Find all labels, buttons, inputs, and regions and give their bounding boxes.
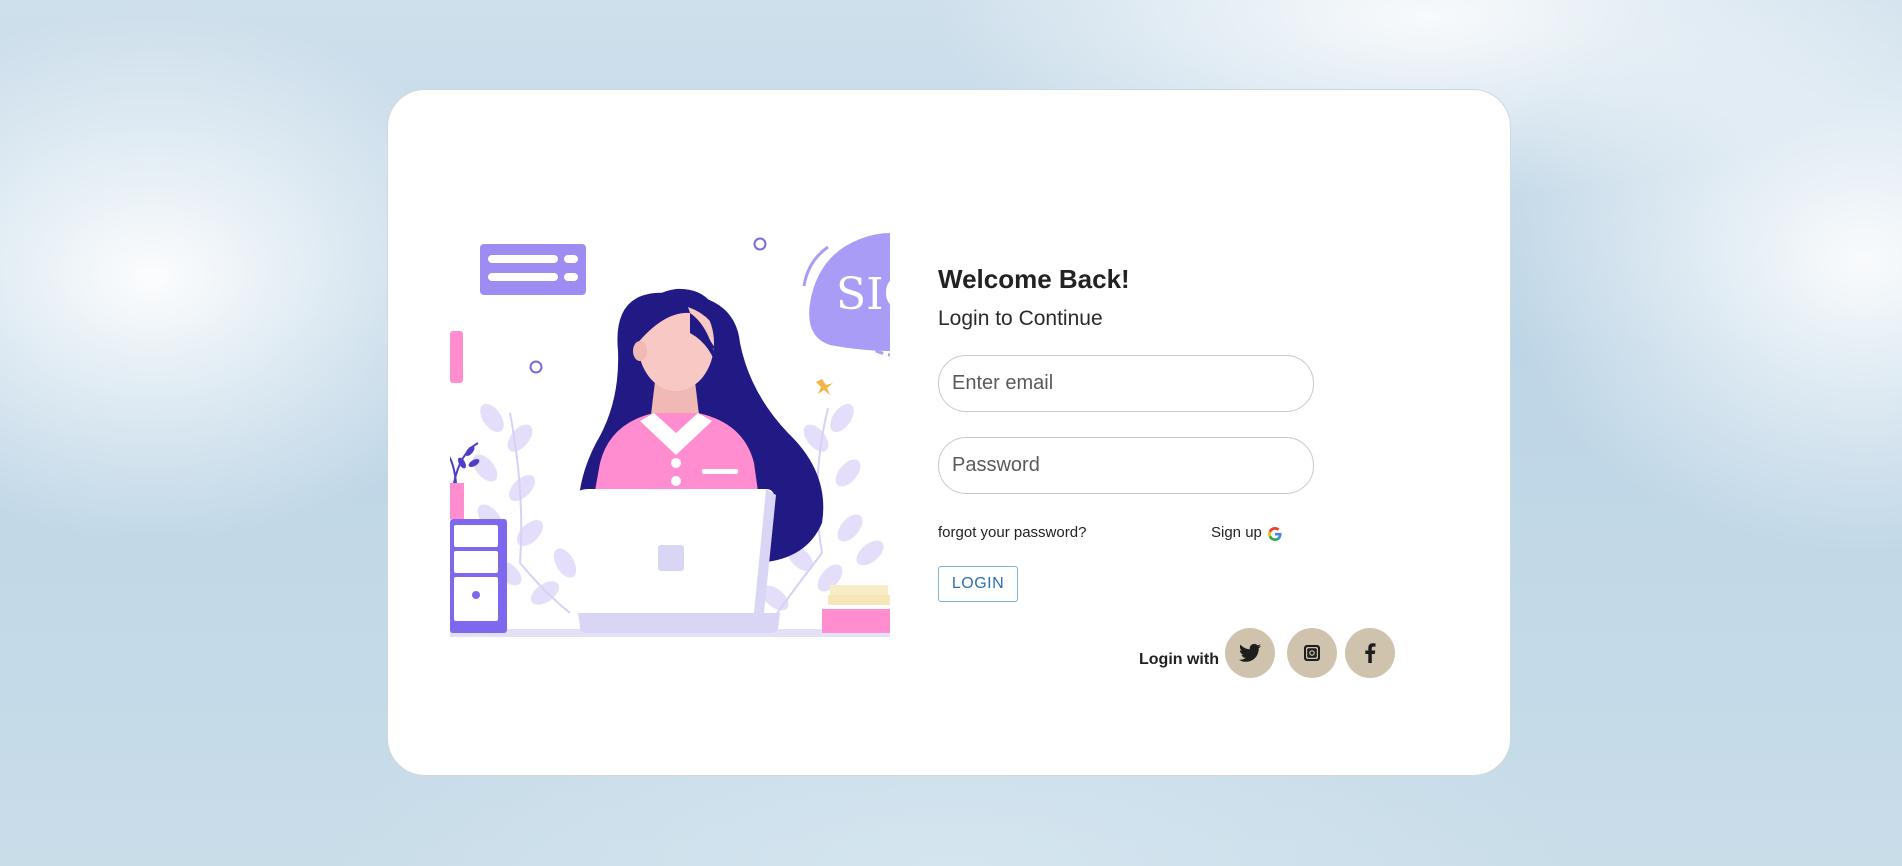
twitter-login-button[interactable] [1224,628,1275,678]
instagram-login-button[interactable] [1286,628,1337,678]
signup-link[interactable]: Sign up [1211,524,1282,541]
forgot-password-link[interactable]: forgot your password? [938,524,1086,541]
sign-bubble-text: SIG [836,269,890,320]
instagram-icon [1303,645,1320,661]
woman-with-laptop-illustration: SIG [450,233,890,637]
email-input[interactable] [938,355,1314,412]
login-button[interactable]: LOGIN [938,566,1018,602]
login-card: SIG [387,89,1511,776]
welcome-title: Welcome Back! [938,264,1130,294]
password-input[interactable] [938,437,1314,494]
facebook-login-button[interactable] [1344,628,1395,678]
social-login: Login with [1139,628,1403,678]
twitter-icon [1238,643,1261,662]
login-subtitle: Login to Continue [938,307,1103,330]
signup-label: Sign up [1211,524,1262,541]
facebook-icon [1365,643,1376,663]
login-illustration: SIG [450,233,890,637]
social-login-label: Login with [1139,651,1219,668]
google-icon [1267,526,1282,541]
